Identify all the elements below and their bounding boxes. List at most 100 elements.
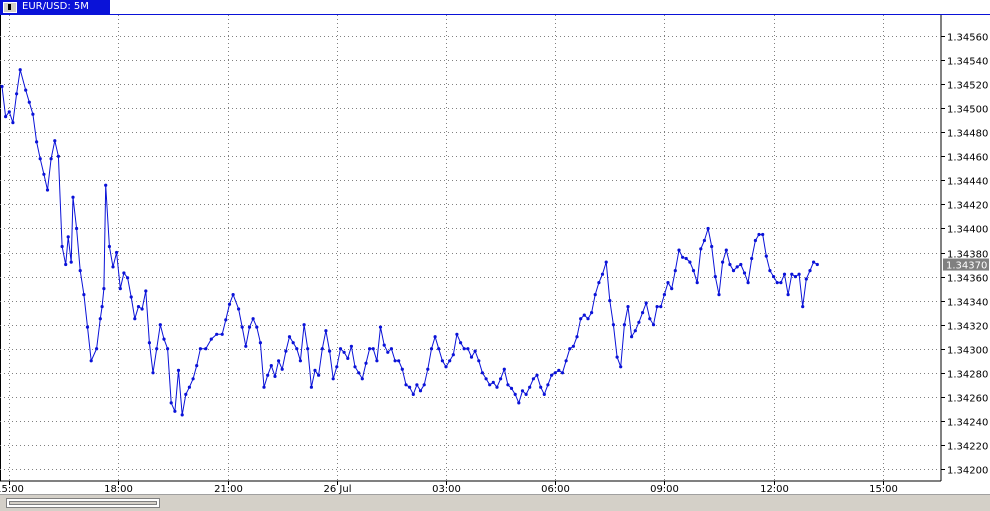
price-point (408, 385, 412, 389)
price-point (637, 320, 641, 324)
price-point (499, 377, 503, 381)
price-point (45, 188, 50, 192)
price-point (717, 293, 721, 297)
price-point (368, 347, 372, 351)
price-point (342, 350, 346, 354)
price-point (812, 260, 816, 264)
price-point (338, 347, 343, 351)
y-tick-label: 1.34200 (947, 466, 988, 477)
price-point (38, 157, 42, 161)
price-point (209, 337, 213, 341)
price-point (724, 248, 728, 252)
price-point (528, 385, 532, 389)
price-point (622, 323, 627, 327)
y-tick-label: 1.34360 (947, 274, 988, 285)
y-tick-label: 1.34240 (947, 418, 988, 429)
scroll-track[interactable] (6, 498, 160, 508)
price-point (415, 383, 419, 387)
price-point (808, 269, 812, 273)
price-point (466, 347, 470, 351)
price-point (560, 371, 565, 375)
price-point (710, 244, 714, 249)
price-point (677, 248, 681, 252)
price-point (786, 293, 790, 297)
price-point (502, 367, 506, 371)
price-point (473, 349, 477, 353)
chart-window: EUR/USD: 5M 1.34560 1.34540 1.34520 1.34500… (0, 0, 990, 511)
price-point (462, 347, 466, 351)
x-tick-label: 03:00 (432, 484, 461, 494)
price-point (375, 359, 379, 363)
price-point (433, 335, 437, 339)
price-point (82, 293, 86, 297)
price-point (15, 92, 19, 96)
price-point (524, 392, 528, 396)
price-point (240, 325, 244, 329)
price-chart[interactable]: 1.34560 1.34540 1.34520 1.34500 1.34480 1.344… (0, 0, 990, 494)
price-point (757, 232, 761, 237)
price-point (269, 364, 273, 368)
price-point (371, 347, 375, 351)
price-point (204, 347, 208, 351)
price-point (49, 157, 53, 161)
price-point (306, 347, 310, 351)
price-point (173, 409, 177, 413)
price-point (78, 269, 82, 273)
price-point (309, 385, 313, 389)
horizontal-scrollbar[interactable] (0, 494, 990, 511)
price-point (75, 226, 79, 231)
price-point (11, 121, 15, 125)
price-point (775, 281, 779, 285)
price-point (644, 301, 648, 305)
price-point (735, 265, 739, 269)
price-point (237, 307, 241, 311)
price-point (626, 305, 630, 309)
price-point (287, 335, 292, 339)
y-tick-label: 1.34420 (947, 201, 988, 212)
price-point (244, 344, 248, 348)
price-point (742, 271, 747, 275)
price-point (397, 359, 401, 363)
price-point (666, 281, 670, 285)
price-point (251, 317, 255, 321)
y-tick-label: 1.34460 (947, 153, 988, 164)
price-point (633, 329, 637, 333)
price-point (273, 374, 277, 378)
price-point (480, 371, 484, 375)
price-point (630, 335, 634, 339)
price-point (346, 356, 350, 360)
price-point (151, 371, 155, 375)
price-point (331, 377, 335, 381)
scroll-thumb[interactable] (9, 501, 157, 505)
price-point (721, 260, 725, 264)
price-point (31, 112, 35, 116)
price-point (779, 281, 783, 285)
price-point (509, 386, 514, 390)
price-point (793, 275, 798, 279)
y-tick-label: 1.34340 (947, 298, 988, 309)
price-point (739, 262, 743, 267)
price-point (673, 269, 677, 273)
y-tick-label: 1.34560 (947, 33, 988, 44)
x-tick-label: 12:00 (760, 484, 789, 494)
price-point (349, 344, 353, 348)
x-tick-label: 26 Jul (324, 484, 352, 494)
price-point (302, 323, 306, 327)
price-point (313, 368, 317, 372)
price-point (448, 359, 452, 363)
price-point (60, 244, 64, 249)
price-point (619, 365, 623, 369)
price-point (542, 392, 546, 396)
price-point (56, 154, 61, 158)
price-point (546, 383, 550, 387)
price-point (557, 368, 561, 372)
price-point (615, 355, 619, 359)
price-point (681, 255, 685, 259)
y-tick-label: 1.34400 (947, 225, 988, 236)
price-point (655, 305, 659, 309)
price-point (393, 359, 397, 363)
price-point (582, 313, 586, 317)
price-point (804, 277, 808, 281)
price-point (564, 359, 568, 363)
price-point (277, 359, 281, 363)
